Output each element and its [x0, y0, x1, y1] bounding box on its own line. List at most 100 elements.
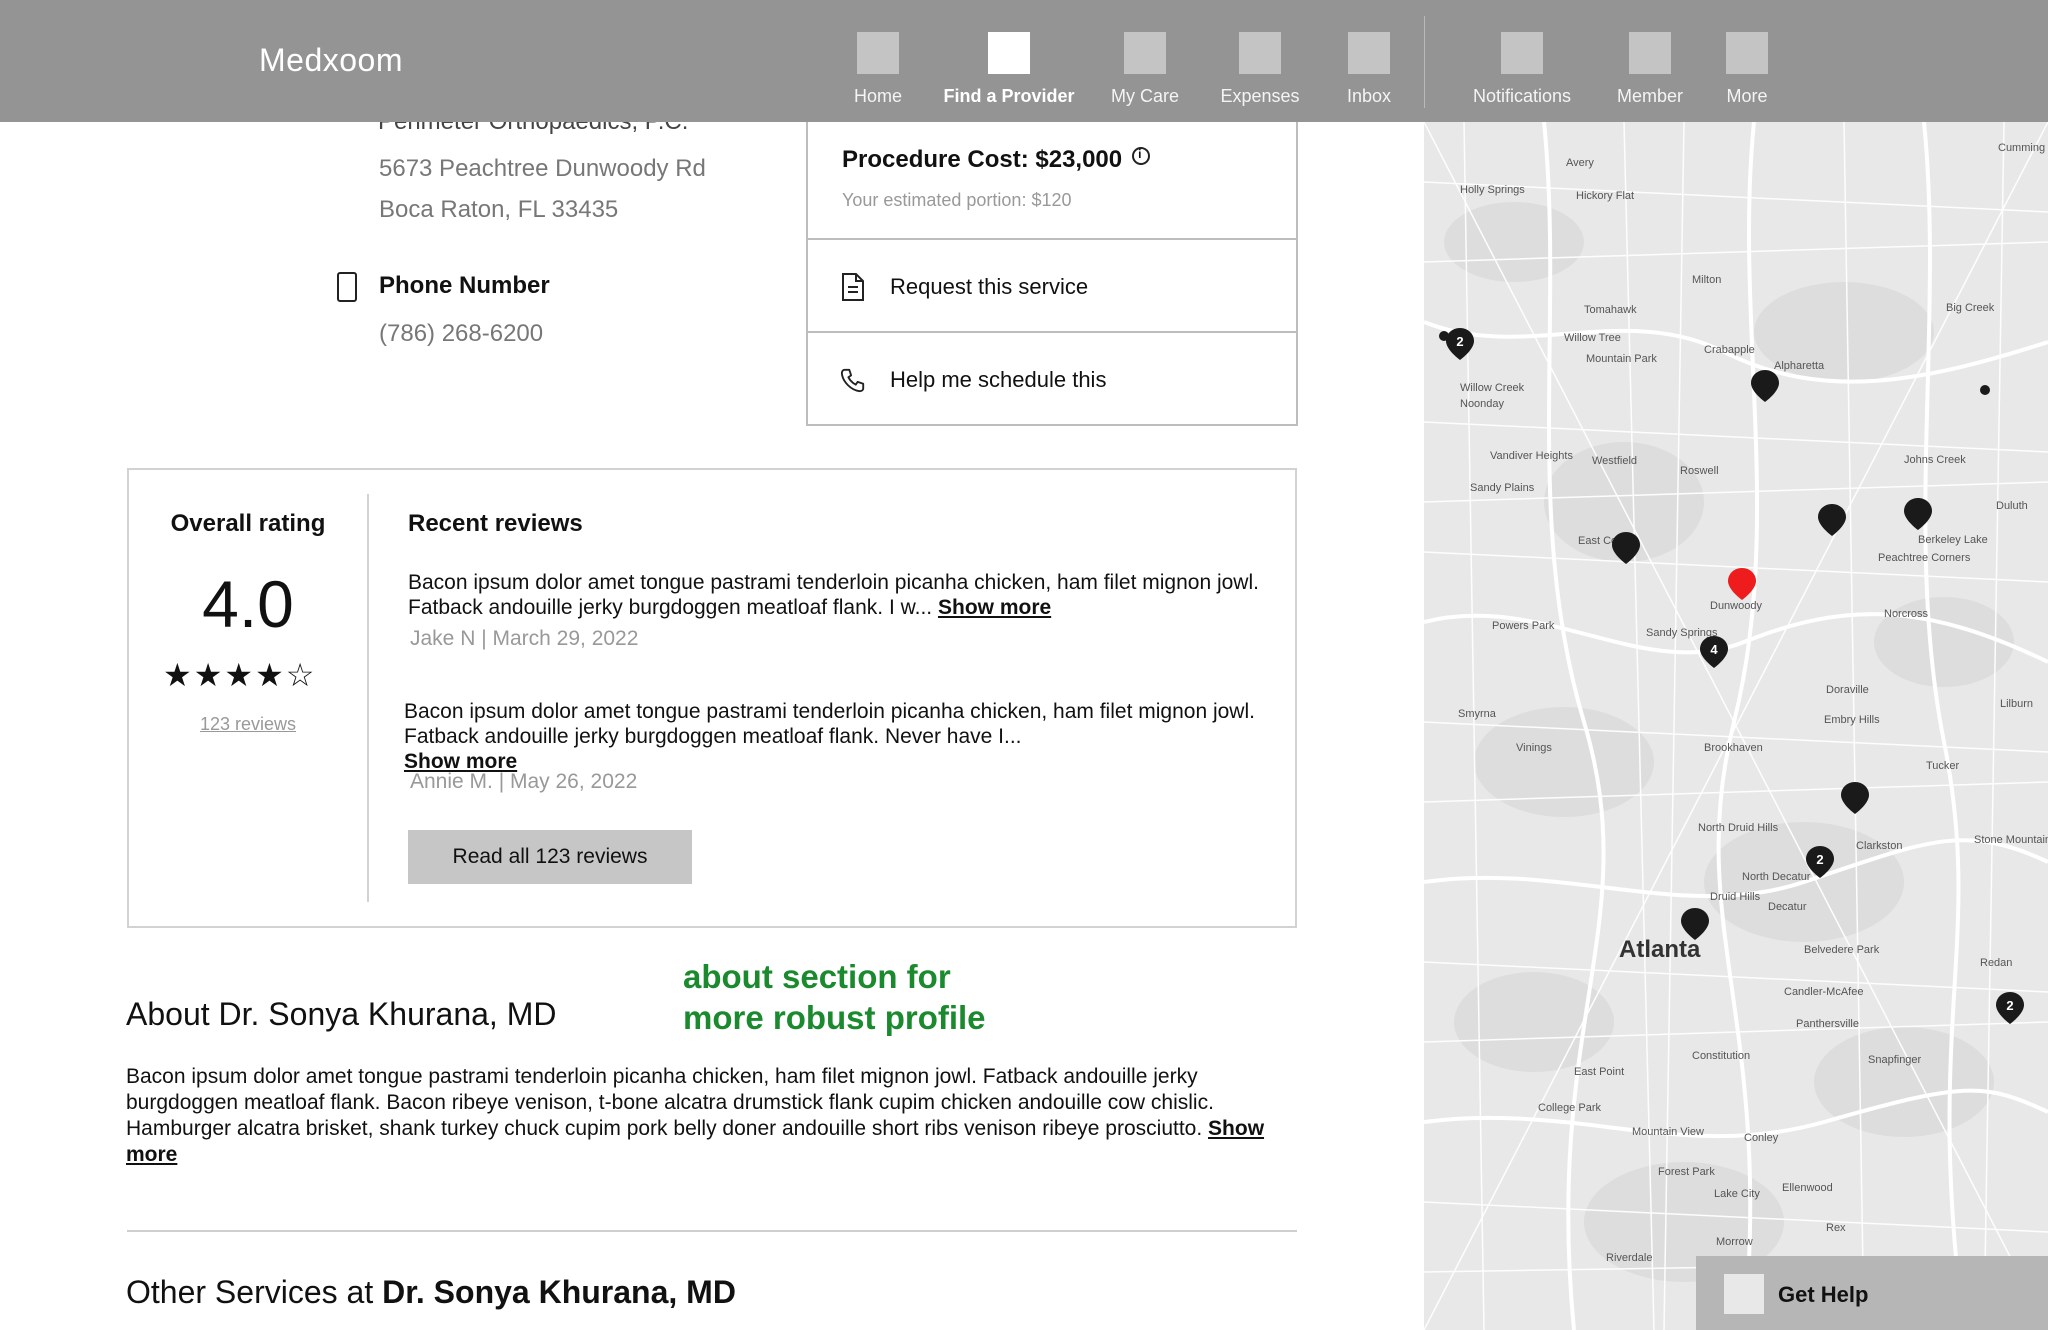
read-all-reviews-button[interactable]: Read all 123 reviews: [408, 830, 692, 884]
map-place-label: Rex: [1826, 1222, 1846, 1234]
procedure-cost-text: Procedure Cost: $23,000: [842, 146, 1123, 173]
top-nav-bar: Medxoom Home Find a Provider My Care Exp…: [0, 0, 2048, 122]
rating-divider: [367, 494, 369, 902]
map-place-label: Lake City: [1714, 1188, 1760, 1200]
map-place-label: Lilburn: [2000, 698, 2034, 710]
app-logo[interactable]: Medxoom: [259, 42, 403, 79]
phone-icon: [840, 368, 865, 393]
map-place-label: Cumming: [1998, 142, 2046, 154]
map-place-label: Brookhaven: [1704, 742, 1763, 754]
overall-rating-title: Overall rating: [170, 510, 326, 537]
map-place-label: Druid Hills: [1710, 891, 1761, 903]
inbox-icon: [1348, 32, 1390, 74]
map-place-label: Morrow: [1716, 1236, 1753, 1248]
map-place-label: Milton: [1692, 274, 1722, 286]
map-place-label: Johns Creek: [1904, 454, 1966, 466]
provider-map[interactable]: Avery Holly Springs Hickory Flat Cumming…: [1424, 122, 2048, 1330]
map-place-label: Sandy Springs: [1646, 627, 1718, 639]
map-place-label: North Decatur: [1742, 871, 1811, 883]
other-services-provider: Dr. Sonya Khurana, MD: [382, 1274, 736, 1310]
map-place-label: Vandiver Heights: [1490, 450, 1573, 462]
design-annotation: about section for more robust profile: [683, 956, 986, 1038]
address-line-2: Boca Raton, FL 33435: [379, 196, 619, 223]
help-schedule-button[interactable]: Help me schedule this: [808, 333, 1296, 426]
map-place-label: Ellenwood: [1782, 1182, 1833, 1194]
review-count-link[interactable]: 123 reviews: [129, 714, 367, 735]
map-place-label: Conley: [1744, 1132, 1779, 1144]
map-place-label: Snapfinger: [1868, 1054, 1922, 1066]
estimated-portion: Your estimated portion: $120: [842, 190, 1072, 210]
map-place-label: Stone Mountain: [1974, 834, 2048, 846]
map-place-label: Roswell: [1680, 465, 1719, 477]
nav-item-find-a-provider[interactable]: Find a Provider: [934, 32, 1084, 107]
map-place-label: Sandy Plains: [1470, 482, 1535, 494]
expenses-icon: [1239, 32, 1281, 74]
map-place-label: Avery: [1566, 157, 1594, 169]
about-text: Bacon ipsum dolor amet tongue pastrami t…: [126, 1064, 1266, 1168]
help-icon: [1724, 1274, 1764, 1314]
map-place-label: Peachtree Corners: [1878, 552, 1971, 564]
map-place-label: Willow Tree: [1564, 332, 1621, 344]
map-place-label: Belvedere Park: [1804, 944, 1880, 956]
procedure-cost-card: Procedure Cost: $23,000 Your estimated p…: [806, 122, 1298, 426]
map-place-label: Berkeley Lake: [1918, 534, 1988, 546]
phone-number-value[interactable]: (786) 268-6200: [379, 320, 543, 348]
nav-item-home[interactable]: Home: [803, 32, 953, 107]
nav-item-label: More: [1726, 86, 1768, 106]
section-divider: [127, 1230, 1297, 1232]
map-place-label: Decatur: [1768, 901, 1807, 913]
phone-number-title: Phone Number: [379, 272, 550, 299]
my-care-icon: [1124, 32, 1166, 74]
about-body: Bacon ipsum dolor amet tongue pastrami t…: [126, 1065, 1214, 1140]
map-city-label: Atlanta: [1619, 936, 1701, 963]
map-place-label: Redan: [1980, 957, 2013, 969]
map-place-label: Constitution: [1692, 1050, 1751, 1062]
procedure-cost-title: Procedure Cost: $23,000: [842, 146, 1151, 174]
member-icon: [1629, 32, 1671, 74]
map-place-label: North Druid Hills: [1698, 822, 1779, 834]
get-help-label: Get Help: [1778, 1282, 1869, 1307]
annotation-line: about section for: [683, 958, 951, 995]
map-place-label: College Park: [1538, 1102, 1601, 1114]
review-author: Annie M.: [410, 770, 493, 793]
map-place-label: Powers Park: [1492, 620, 1555, 632]
map-place-label: Tucker: [1926, 760, 1960, 772]
map-place-label: Norcross: [1884, 608, 1929, 620]
map-place-label: Smyrna: [1458, 708, 1496, 720]
help-schedule-label: Help me schedule this: [890, 367, 1107, 392]
review-item: Bacon ipsum dolor amet tongue pastrami t…: [408, 570, 1268, 620]
review-text: Bacon ipsum dolor amet tongue pastrami t…: [408, 571, 1259, 619]
other-services-prefix: Other Services at: [126, 1274, 374, 1310]
review-author: Jake N: [410, 627, 476, 650]
map-place-label: Clarkston: [1856, 840, 1903, 852]
map-place-label: Alpharetta: [1774, 360, 1825, 372]
map-place-label: Hickory Flat: [1576, 190, 1635, 202]
nav-item-more[interactable]: More: [1672, 32, 1822, 107]
review-date: March 29, 2022: [492, 627, 639, 650]
map-place-label: Vinings: [1516, 742, 1552, 754]
review-meta: Annie M. | May 26, 2022: [410, 770, 638, 793]
annotation-line: more robust profile: [683, 999, 986, 1036]
map-place-label: Crabapple: [1704, 344, 1755, 356]
star-rating: ★★★★☆: [163, 656, 316, 694]
request-service-label: Request this service: [890, 274, 1089, 299]
info-icon[interactable]: [1132, 147, 1151, 165]
address-line-1: 5673 Peachtree Dunwoody Rd: [379, 155, 706, 182]
star-empty-icon: ☆: [285, 657, 317, 693]
map-place-label: Dunwoody: [1710, 600, 1762, 612]
nav-item-inbox[interactable]: Inbox: [1294, 32, 1444, 107]
show-more-link[interactable]: Show more: [938, 596, 1051, 619]
get-help-button[interactable]: Get Help: [1696, 1256, 2048, 1330]
review-item: Bacon ipsum dolor amet tongue pastrami t…: [404, 699, 1264, 774]
star-filled-icon: ★: [193, 657, 225, 693]
nav-divider: [1424, 16, 1425, 108]
map-place-label: Riverdale: [1606, 1252, 1653, 1264]
map-place-label: Embry Hills: [1824, 714, 1880, 726]
about-title: About Dr. Sonya Khurana, MD: [126, 996, 557, 1032]
overall-rating-value: 4.0: [202, 567, 294, 641]
other-services-title: Other Services at Dr. Sonya Khurana, MD: [126, 1274, 736, 1311]
nav-item-label: Inbox: [1346, 86, 1392, 106]
map-place-label: Noonday: [1460, 398, 1505, 410]
request-service-button[interactable]: Request this service: [808, 240, 1296, 333]
map-place-label: Panthersville: [1796, 1018, 1859, 1030]
